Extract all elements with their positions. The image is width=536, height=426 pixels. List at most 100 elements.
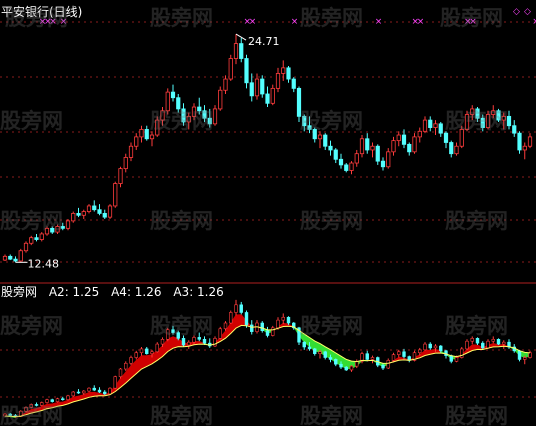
candle-body <box>270 87 275 104</box>
watermark: 股旁网 <box>445 314 508 338</box>
candle-body <box>370 145 375 151</box>
indicator-candle-body <box>397 351 401 355</box>
indicator-candle-body <box>302 341 306 348</box>
indicator-candle-body <box>439 345 443 352</box>
candle-body <box>401 134 407 145</box>
candle-body <box>454 145 459 155</box>
candle-body <box>228 58 233 80</box>
candle-body <box>265 93 270 104</box>
candle-body <box>128 145 134 158</box>
indicator-candle-body <box>218 328 222 339</box>
candle-body <box>233 43 239 59</box>
indicator-candle-body <box>454 357 459 362</box>
candle-body <box>23 242 29 252</box>
candle-body <box>260 78 265 95</box>
watermark: 股旁网 <box>445 109 508 133</box>
indicator-candle-body <box>428 343 432 349</box>
indicator-candle-body <box>433 345 438 349</box>
candle-body <box>92 205 97 211</box>
indicator-candle-body <box>76 391 81 394</box>
indicator-candle-body <box>496 339 501 345</box>
candle-body <box>380 160 386 168</box>
indicator-candle-body <box>260 322 264 331</box>
indicator-candle-body <box>265 330 270 336</box>
watermark: 股旁网 <box>0 209 63 233</box>
watermark: 股旁网 <box>5 6 68 30</box>
indicator-candle-body <box>150 351 154 354</box>
candle-body <box>254 78 260 97</box>
indicator-candle-body <box>307 346 312 350</box>
indicator-header: 股旁网 A2: 1.25 A4: 1.26 A3: 1.26 <box>1 285 232 299</box>
candle-body <box>34 237 39 240</box>
indicator-candle-body <box>286 316 291 324</box>
candle-body <box>134 136 139 147</box>
indicator-candle-body <box>334 359 338 365</box>
signal-marker: × <box>249 17 257 27</box>
watermark: 股旁网 <box>150 404 213 426</box>
candle-body <box>76 213 81 216</box>
indicator-candle-body <box>229 312 233 324</box>
signal-marker: × <box>417 17 425 27</box>
signal-marker: × <box>291 17 299 27</box>
indicator-candle-body <box>239 304 243 313</box>
candle-body <box>386 151 391 168</box>
watermark: 股旁网 <box>445 404 508 426</box>
watermark: 股旁网 <box>300 209 363 233</box>
indicator-candle-body <box>313 348 317 354</box>
indicator-candle-body <box>370 357 375 360</box>
indicator-candle-body <box>92 387 96 391</box>
watermark: 股旁网 <box>0 404 63 426</box>
candle-body <box>323 134 328 147</box>
indicator-name: 股旁网 <box>1 285 38 299</box>
signal-marker: ◇ <box>524 7 531 17</box>
high-price-label: 24.71 <box>248 35 280 48</box>
candle-body <box>359 138 365 155</box>
candle-body <box>522 145 527 151</box>
candle-body <box>291 78 296 89</box>
low-price-label: 12.48 <box>28 257 60 270</box>
candle-body <box>123 157 128 170</box>
indicator-candle-body <box>155 343 159 353</box>
indicator-candle-body <box>444 350 448 356</box>
watermark: 股旁网 <box>150 314 213 338</box>
candle-body <box>391 140 396 153</box>
candle-body <box>249 82 254 97</box>
candle-body <box>81 211 86 216</box>
candle-body <box>438 123 443 134</box>
indicator-candle-body <box>423 343 427 351</box>
indicator-candle-body <box>517 350 522 360</box>
candle-body <box>2 255 8 261</box>
candle-body <box>86 205 92 212</box>
candle-body <box>527 136 533 147</box>
candle-body <box>118 168 123 184</box>
indicator-candle-body <box>271 327 275 336</box>
signal-marker: × <box>375 17 383 27</box>
indicator-candle-body <box>328 357 333 360</box>
candle-body <box>239 43 244 59</box>
indicator-candle-body <box>129 357 133 364</box>
candle-body <box>13 258 18 262</box>
indicator-candle-body <box>223 322 228 330</box>
candle-body <box>97 209 102 214</box>
candle-body <box>354 153 359 164</box>
candle-body <box>433 123 438 128</box>
indicator-candle-body <box>87 387 91 392</box>
indicator-candle-body <box>465 340 469 350</box>
indicator-candle-body <box>160 339 165 345</box>
candle-body <box>65 220 71 229</box>
candle-body <box>29 237 34 244</box>
indicator-candle-body <box>460 348 464 358</box>
candle-body <box>212 108 218 125</box>
candle-body <box>328 145 333 151</box>
watermark: 股旁网 <box>300 314 363 338</box>
a4-value: A4: 1.26 <box>111 285 162 299</box>
signal-marker: ◇ <box>513 7 520 17</box>
candle-body <box>275 73 281 89</box>
indicator-candle-body <box>502 341 506 345</box>
candle-body <box>422 119 428 132</box>
indicator-candle-body <box>234 304 238 313</box>
indicator-candle-body <box>244 312 249 326</box>
indicator-candle-body <box>381 364 385 369</box>
watermark: 股旁网 <box>300 109 363 133</box>
indicator-candle-body <box>391 354 396 361</box>
